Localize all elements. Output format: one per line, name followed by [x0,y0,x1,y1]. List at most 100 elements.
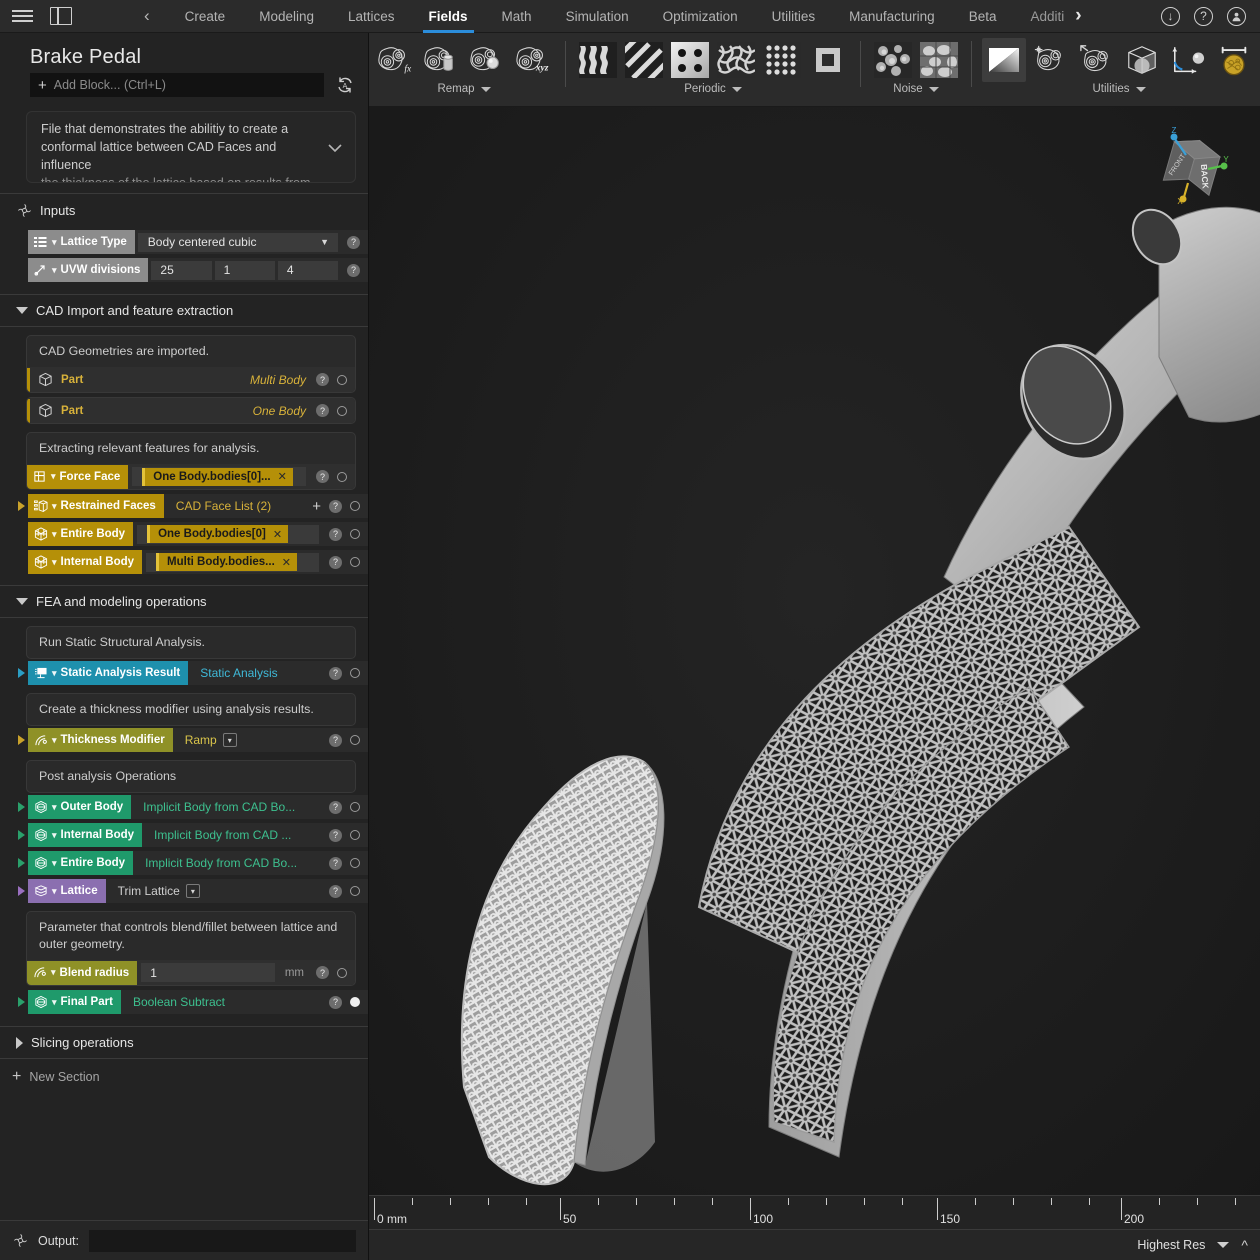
expand-arrow[interactable] [14,501,28,511]
tab-modeling[interactable]: Modeling [242,0,331,33]
expand-arrow[interactable] [14,997,28,1007]
visibility-toggle[interactable] [337,405,347,416]
selection-tag[interactable]: Multi Body.bodies... ✕ [156,553,297,571]
tab-simulation[interactable]: Simulation [549,0,646,33]
help-icon[interactable]: ? [329,995,342,1009]
remap-xyz-icon[interactable]: xyz [511,38,555,82]
ribbon-group-label-remap[interactable]: Remap [437,83,491,95]
description-box[interactable]: File that demonstrates the abilitiy to c… [26,111,356,183]
row-body[interactable]: ▾ Final Part Boolean Subtract ? [28,990,368,1014]
visibility-toggle[interactable] [337,471,347,482]
help-icon[interactable]: ? [329,499,342,513]
hamburger-menu-icon[interactable] [8,10,38,22]
help-icon[interactable]: ? [329,800,342,814]
utility-angle-icon[interactable] [1166,38,1210,82]
section-header-fea[interactable]: FEA and modeling operations [0,586,368,617]
visibility-toggle[interactable] [350,886,360,896]
table-row[interactable]: ▾ Blend radius 1 mm ? [27,960,355,985]
uvw-v-field[interactable]: 1 [214,260,275,280]
section-header-cad-import[interactable]: CAD Import and feature extraction [0,295,368,326]
chip-lattice-type[interactable]: ▾ Lattice Type [28,230,135,254]
visibility-toggle[interactable] [350,802,360,812]
noise-cellular-icon[interactable] [917,38,961,82]
new-section-button[interactable]: + New Section [0,1059,368,1085]
tab-fields[interactable]: Fields [412,0,485,33]
close-icon[interactable]: ✕ [282,556,291,569]
help-icon[interactable]: ? [329,856,342,870]
viewport-3d[interactable]: FRONT BACK Z Y X 0 mm 50 100 150 200 Hig… [369,107,1260,1260]
ribbon-group-label-periodic[interactable]: Periodic [684,83,742,95]
periodic-grid-dots-icon[interactable] [760,38,804,82]
section-header-inputs[interactable]: Inputs [0,194,368,226]
lattice-type-value[interactable]: Body centered cubic [138,235,320,249]
chip-blend-radius[interactable]: ▾ Blend radius [27,960,138,985]
visibility-toggle[interactable] [350,668,360,678]
utility-gradient-icon[interactable] [982,38,1026,82]
remap-fx-icon[interactable]: fx [373,38,417,82]
help-icon[interactable]: ? [1194,6,1213,26]
utility-bounding-box-icon[interactable] [1120,38,1164,82]
chip-outer-body[interactable]: ▾ Outer Body [28,795,132,819]
chevron-up-icon[interactable]: ^ [1241,1237,1248,1253]
row-body[interactable]: ▾ Outer Body Implicit Body from CAD Bo..… [28,795,368,819]
tab-scroll-left-icon[interactable]: ‹ [144,6,150,26]
account-icon[interactable] [1227,6,1246,26]
expand-arrow[interactable] [14,830,28,840]
row-body[interactable]: ▾ Restrained Faces CAD Face List (2) + ? [28,494,368,518]
row-body[interactable]: ▾ Static Analysis Result Static Analysis… [28,661,368,685]
help-icon[interactable]: ? [329,828,342,842]
tab-math[interactable]: Math [485,0,549,33]
periodic-diagonal-icon[interactable] [622,38,666,82]
tab-lattices[interactable]: Lattices [331,0,412,33]
entire-body-field[interactable]: One Body.bodies[0] ✕ [137,524,319,544]
expand-arrow[interactable] [14,735,28,745]
close-icon[interactable]: ✕ [278,470,287,483]
download-icon[interactable]: ↓ [1161,6,1180,26]
visibility-toggle[interactable] [350,858,360,868]
help-icon[interactable]: ? [316,404,329,417]
chevron-down-icon[interactable]: ▾ [185,884,200,898]
visibility-toggle[interactable] [337,967,347,978]
uvw-u-field[interactable]: 25 [151,260,212,280]
help-icon[interactable]: ? [316,470,329,483]
row-body[interactable]: ▾ Entire Body Implicit Body from CAD Bo.… [28,851,368,875]
chip-uvw-divisions[interactable]: ▾ UVW divisions [28,258,149,282]
tab-utilities[interactable]: Utilities [755,0,833,33]
periodic-dots-icon[interactable] [668,38,712,82]
dropdown-arrow-icon[interactable]: ▼ [320,237,338,247]
chip-internal-body-implicit[interactable]: ▾ Internal Body [28,823,143,847]
expand-arrow[interactable] [14,886,28,896]
tab-optimization[interactable]: Optimization [646,0,755,33]
chip-final-part[interactable]: ▾ Final Part [28,990,121,1014]
close-icon[interactable]: ✕ [273,528,282,541]
help-icon[interactable]: ? [329,666,342,680]
selection-tag[interactable]: One Body.bodies[0] ✕ [147,525,289,543]
uvw-w-field[interactable]: 4 [277,260,339,280]
table-row[interactable]: Part Multi Body ? [27,367,355,392]
chevron-down-icon[interactable] [325,143,345,153]
viewport-ruler[interactable]: 0 mm 50 100 150 200 [369,1195,1260,1229]
expand-arrow[interactable] [14,668,28,678]
ribbon-group-label-utilities[interactable]: Utilities [1092,83,1146,95]
help-icon[interactable]: ? [347,235,360,249]
output-input[interactable] [89,1229,356,1252]
section-header-slicing[interactable]: Slicing operations [0,1027,368,1058]
chip-internal-body[interactable]: ▾ Internal Body [28,550,143,574]
visibility-toggle[interactable] [350,830,360,840]
help-icon[interactable]: ? [329,733,342,747]
internal-body-field[interactable]: Multi Body.bodies... ✕ [146,552,319,572]
add-icon[interactable]: + [312,499,321,514]
expand-arrow[interactable] [14,858,28,868]
row-body[interactable]: ▾ Entire Body One Body.bodies[0] ✕ ? [28,522,368,546]
resolution-selector[interactable]: Highest Res [1137,1238,1205,1252]
help-icon[interactable]: ? [329,884,342,898]
add-block-input[interactable]: + Add Block... (Ctrl+L) [30,73,324,97]
chevron-down-icon[interactable]: ▾ [222,733,237,747]
utility-measure-icon[interactable] [1212,38,1256,82]
periodic-weave-icon[interactable] [714,38,758,82]
chip-static-analysis-result[interactable]: ▾ Static Analysis Result [28,661,189,685]
selection-tag[interactable]: One Body.bodies[0]... ✕ [142,467,293,486]
help-icon[interactable]: ? [316,373,329,386]
row-body[interactable]: ▾ Internal Body Multi Body.bodies... ✕ ? [28,550,368,574]
visibility-toggle-active[interactable] [350,997,360,1007]
